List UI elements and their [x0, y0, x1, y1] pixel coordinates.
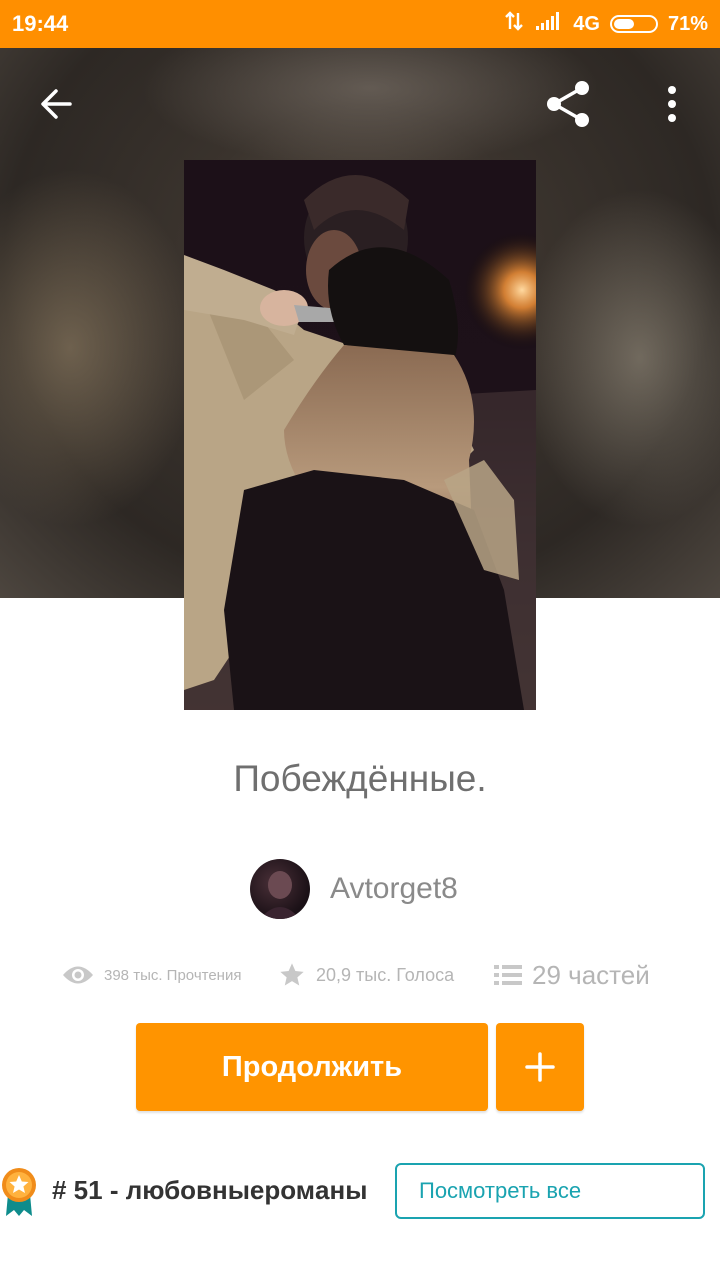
- data-transfer-icon: [503, 10, 525, 38]
- author-link[interactable]: Avtorget8: [250, 858, 458, 920]
- signal-icon: [535, 11, 563, 37]
- share-button[interactable]: [540, 76, 596, 132]
- more-options-button[interactable]: [644, 76, 700, 132]
- reads-count: 398 тыс. Прочтения: [104, 966, 242, 984]
- back-arrow-icon: [41, 89, 72, 119]
- story-title: Побеждённые.: [233, 758, 487, 799]
- share-icon: [547, 81, 589, 127]
- add-to-library-button[interactable]: [496, 1023, 584, 1111]
- more-vert-icon: [668, 86, 676, 122]
- see-all-button[interactable]: Посмотреть все: [395, 1163, 705, 1219]
- plus-icon: [525, 1052, 555, 1082]
- author-name[interactable]: Avtorget8: [330, 872, 458, 906]
- network-type: 4G: [573, 12, 600, 35]
- parts-stat[interactable]: 29 частей: [494, 950, 650, 1000]
- status-bar: 19:44 4G 71%: [0, 0, 720, 48]
- reads-stat: 398 тыс. Прочтения: [62, 950, 241, 1000]
- list-icon: [494, 965, 522, 985]
- parts-count[interactable]: 29 частей: [532, 960, 650, 991]
- continue-reading-button[interactable]: Продолжить: [136, 1023, 488, 1111]
- story-cover-image[interactable]: [184, 160, 536, 710]
- battery-level: 71%: [667, 12, 708, 35]
- votes-count: 20,9 тыс. Голоса: [316, 964, 455, 985]
- ranking-row: # 51 - любовныеромaны Посмотреть все: [0, 1160, 720, 1224]
- author-avatar[interactable]: [250, 859, 310, 919]
- battery-icon: [609, 15, 658, 33]
- ranking-badge-icon: [2, 1168, 36, 1216]
- eye-icon: [63, 966, 93, 984]
- story-stats: 398 тыс. Прочтения 20,9 тыс. Голоса 29 ч…: [62, 950, 672, 1000]
- ranking-text: # 51 - любовныеромaны: [52, 1175, 368, 1205]
- back-button[interactable]: [28, 76, 84, 132]
- votes-stat: 20,9 тыс. Голоса: [278, 950, 454, 1000]
- status-icons: 4G 71%: [503, 10, 708, 38]
- status-time: 19:44: [12, 11, 69, 36]
- star-icon: [280, 963, 304, 986]
